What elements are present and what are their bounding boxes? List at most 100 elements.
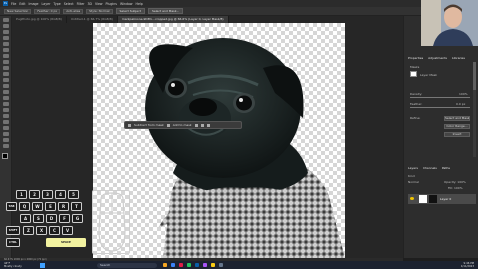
brush-add-icon[interactable] <box>166 123 170 127</box>
clock-date: 1/11/2023 <box>460 265 474 268</box>
mouse-icon <box>98 192 126 252</box>
blend-mode-dropdown[interactable]: Normal <box>408 180 419 184</box>
tab-document-1[interactable]: PugPhoto.jpg @ 100% (RGB/8) <box>12 16 67 23</box>
menu-type[interactable]: Type <box>53 2 60 6</box>
select-and-mask-button[interactable]: Select and Mask... <box>147 8 184 14</box>
key-q: Q <box>19 202 30 211</box>
more-options-icon[interactable] <box>206 123 210 127</box>
app-icon-purple[interactable] <box>203 263 207 267</box>
eraser-tool-icon[interactable] <box>2 84 9 88</box>
tab-properties[interactable]: Properties <box>408 56 423 60</box>
healing-brush-icon[interactable] <box>2 60 9 64</box>
weather-widget[interactable]: 44°F Mostly cloudy <box>0 262 40 269</box>
settings-icon[interactable] <box>200 123 204 127</box>
app-icon-green[interactable] <box>187 263 191 267</box>
tab-layers[interactable]: Layers <box>408 166 418 170</box>
invert-button[interactable]: Invert <box>444 132 470 137</box>
layer-mask-label: Layer Mask <box>420 73 438 77</box>
properties-scrollbar[interactable] <box>473 62 476 157</box>
menu-file[interactable]: File <box>11 2 16 6</box>
menu-edit[interactable]: Edit <box>19 2 25 6</box>
menu-3d[interactable]: 3D <box>87 2 91 6</box>
menu-window[interactable]: Window <box>120 2 133 6</box>
app-icon-gray[interactable] <box>219 263 223 267</box>
type-tool-icon[interactable] <box>2 114 9 118</box>
photoshop-taskbar-icon[interactable] <box>195 263 199 267</box>
menu-plugins[interactable]: Plugins <box>106 2 117 6</box>
zoom-tool-icon[interactable] <box>2 138 9 142</box>
feather-field[interactable]: Feather: 0 px <box>34 8 61 14</box>
layer-row[interactable]: Layer 0 <box>408 194 476 204</box>
key-space: SPACE <box>46 238 86 247</box>
invert-icon[interactable] <box>194 123 198 127</box>
hand-tool-icon[interactable] <box>2 132 9 136</box>
clone-stamp-icon[interactable] <box>2 72 9 76</box>
dodge-tool-icon[interactable] <box>2 102 9 106</box>
gradient-tool-icon[interactable] <box>2 90 9 94</box>
edge-browser-icon[interactable] <box>171 263 175 267</box>
fill-field[interactable]: Fill: 100% <box>448 186 463 190</box>
tab-libraries[interactable]: Libraries <box>452 56 465 60</box>
history-brush-icon[interactable] <box>2 78 9 82</box>
density-slider[interactable] <box>410 97 470 98</box>
menu-view[interactable]: View <box>95 2 103 6</box>
presenter-video <box>421 0 478 46</box>
brush-tool-icon[interactable] <box>2 66 9 70</box>
menu-help[interactable]: Help <box>136 2 143 6</box>
tab-document-2[interactable]: Untitled-1 @ 66.7% (RGB/8) <box>67 16 118 23</box>
path-select-icon[interactable] <box>2 120 9 124</box>
density-value[interactable]: 100% <box>459 92 468 96</box>
menu-image[interactable]: Image <box>29 2 39 6</box>
select-subject-button[interactable]: Select Subject <box>115 8 145 14</box>
key-r: R <box>58 202 69 211</box>
quick-select-tool-icon[interactable] <box>2 36 9 40</box>
properties-tabs: Properties Adjustments Libraries <box>408 56 465 60</box>
system-tray[interactable]: 9:46 PM 1/11/2023 <box>461 262 478 269</box>
eye-icon[interactable] <box>410 197 414 200</box>
crop-tool-icon[interactable] <box>2 42 9 46</box>
lasso-tool-icon[interactable] <box>2 30 9 34</box>
menu-select[interactable]: Select <box>64 2 74 6</box>
menu-layer[interactable]: Layer <box>42 2 51 6</box>
opacity-field[interactable]: Opacity: 100% <box>444 180 466 184</box>
tab-document-active[interactable]: markpalinone-9h8fo...cropped.jpg @ 66.6%… <box>117 16 229 23</box>
subtract-from-mask-button[interactable]: Subtract from mask <box>134 123 164 127</box>
add-to-mask-button[interactable]: Add to mask <box>173 123 192 127</box>
options-bar: New Selection Feather: 0 px Anti-alias S… <box>0 7 478 16</box>
layer-mask-thumbnail[interactable] <box>429 195 437 203</box>
marquee-tool-icon[interactable] <box>2 24 9 28</box>
feather-value[interactable]: 0.0 px <box>456 102 465 106</box>
foreground-color-swatch[interactable] <box>1 153 8 159</box>
blur-tool-icon[interactable] <box>2 96 9 100</box>
app-icon-red[interactable] <box>179 263 183 267</box>
select-and-mask-panel-button[interactable]: Select and Mask... <box>444 116 470 121</box>
pen-tool-icon[interactable] <box>2 108 9 112</box>
feather-slider[interactable] <box>410 107 470 108</box>
brush-mode-icon[interactable] <box>128 123 131 127</box>
windows-taskbar: 44°F Mostly cloudy Search 9:46 PM 1/11/2… <box>0 261 478 269</box>
windows-start-icon[interactable] <box>40 262 45 268</box>
layer-name: Layer 0 <box>440 197 452 201</box>
antialias-checkbox[interactable]: Anti-alias <box>63 8 84 14</box>
more-tools-icon[interactable] <box>2 144 9 148</box>
frame-tool-icon[interactable] <box>2 48 9 52</box>
app-icon-yellow[interactable] <box>211 263 215 267</box>
file-explorer-icon[interactable] <box>163 263 167 267</box>
key-3: 3 <box>42 190 53 199</box>
color-range-button[interactable]: Color Range... <box>444 124 470 129</box>
taskbar-search[interactable]: Search <box>97 262 157 268</box>
menu-filter[interactable]: Filter <box>77 2 85 6</box>
key-1: 1 <box>16 190 27 199</box>
tab-channels[interactable]: Channels <box>423 166 437 170</box>
shape-tool-icon[interactable] <box>2 126 9 130</box>
color-swatches[interactable] <box>1 153 10 161</box>
selection-mode-dropdown[interactable]: New Selection <box>4 8 32 14</box>
move-tool-icon[interactable] <box>2 18 9 22</box>
layer-kind-filter[interactable]: Kind <box>408 174 415 178</box>
layer-mask-thumb[interactable] <box>410 71 417 77</box>
tab-paths[interactable]: Paths <box>442 166 450 170</box>
eyedropper-tool-icon[interactable] <box>2 54 9 58</box>
style-dropdown[interactable]: Style: Normal <box>86 8 113 14</box>
tab-adjustments[interactable]: Adjustments <box>428 56 447 60</box>
key-tab: TAB <box>6 202 17 211</box>
